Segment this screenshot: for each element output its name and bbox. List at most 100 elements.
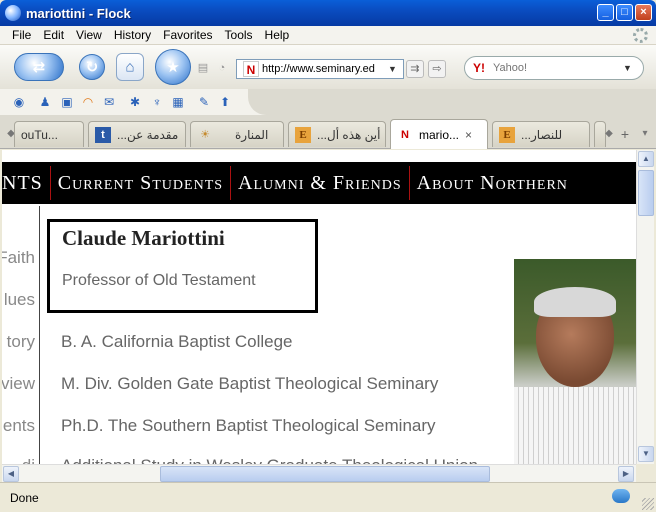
left-menu-item[interactable]: Faith: [2, 248, 35, 268]
status-text: Done: [10, 490, 39, 505]
mail-icon[interactable]: ✉: [102, 95, 116, 109]
tab-list-dropdown-icon[interactable]: ▾: [638, 125, 652, 143]
yahoo-icon: Y!: [473, 61, 485, 75]
horizontal-scroll-thumb[interactable]: [160, 466, 490, 482]
tab-scroll-right-icon[interactable]: ◆: [602, 125, 616, 143]
profile-name-box: Claude Mariottini Professor of Old Testa…: [47, 219, 318, 313]
people-icon[interactable]: ♟: [38, 95, 52, 109]
menu-tools[interactable]: Tools: [219, 28, 259, 42]
resize-grip-icon[interactable]: [642, 498, 654, 510]
pin-icon[interactable]: ♆: [150, 95, 164, 109]
tab-label: mario...: [419, 127, 460, 142]
site-favicon-icon: N: [243, 61, 259, 77]
menu-history[interactable]: History: [108, 28, 157, 42]
shelf-icon[interactable]: ▦: [171, 95, 185, 109]
photo-hair: [534, 287, 616, 317]
back-arrow-icon: ⇄: [32, 59, 46, 76]
tab-label: المنارة: [235, 127, 269, 142]
nav-link-about-northern[interactable]: About Northern: [410, 172, 575, 195]
sun-icon: ☀: [200, 128, 210, 141]
tab-label: ...مقدمة عن: [117, 127, 179, 142]
share-button[interactable]: ⇨: [428, 60, 446, 78]
home-button[interactable]: ⌂: [116, 53, 144, 81]
degree-item: Ph.D. The Southern Baptist Theological S…: [61, 416, 436, 435]
menu-favorites[interactable]: Favorites: [157, 28, 218, 42]
rss-icon[interactable]: ◠: [81, 95, 95, 109]
web-clipboard-icon[interactable]: ✱: [128, 95, 142, 109]
tab-lilnassar[interactable]: E ...للنصار: [492, 121, 590, 147]
tab-ayna[interactable]: E ...أين هذه أل: [288, 121, 386, 147]
menu-edit[interactable]: Edit: [37, 28, 70, 42]
back-forward-button[interactable]: ⇄: [14, 53, 64, 81]
e-icon: E: [295, 126, 311, 143]
scroll-left-arrow-icon[interactable]: ◀: [3, 466, 19, 482]
photo-shirt: [514, 387, 636, 464]
title-bar: mariottini - Flock _ □ ×: [0, 0, 656, 26]
n-icon: N: [401, 128, 409, 141]
scroll-down-arrow-icon[interactable]: ▼: [638, 446, 654, 462]
flock-app-icon: [5, 5, 21, 21]
feed-icon[interactable]: ◔: [215, 61, 229, 75]
tab-almanara[interactable]: ☀ المنارة: [190, 121, 284, 147]
toolbar-curve: [248, 89, 656, 115]
menu-file[interactable]: File: [6, 28, 37, 42]
left-side-menu: Faith lues tory view ents di: [2, 206, 40, 464]
degree-item: B. A. California Baptist College: [61, 332, 293, 351]
left-menu-item[interactable]: ents: [3, 416, 35, 436]
url-input[interactable]: [262, 63, 386, 75]
url-dropdown-icon[interactable]: ▼: [388, 64, 397, 74]
tab-muqaddima[interactable]: t ...مقدمة عن: [88, 121, 186, 147]
search-input[interactable]: [493, 62, 623, 74]
favorite-star-button[interactable]: ★: [155, 49, 191, 85]
degree-item: M. Div. Golden Gate Baptist Theological …: [61, 374, 439, 393]
tab-label: ...للنصار: [521, 127, 563, 142]
scroll-right-arrow-icon[interactable]: ▶: [618, 466, 634, 482]
go-button[interactable]: ⇉: [406, 60, 424, 78]
search-dropdown-icon[interactable]: ▼: [623, 63, 632, 73]
chat-bubble-icon[interactable]: [612, 489, 630, 503]
menu-bar: File Edit View History Favorites Tools H…: [0, 26, 656, 45]
menu-help[interactable]: Help: [259, 28, 296, 42]
vertical-scrollbar[interactable]: ▲ ▼: [636, 150, 654, 464]
globe-icon[interactable]: ◉: [12, 95, 26, 109]
photo-icon[interactable]: ▣: [60, 95, 74, 109]
close-tab-icon[interactable]: ×: [465, 128, 472, 142]
search-box[interactable]: Y! ▼: [464, 56, 644, 80]
nav-link-current-students[interactable]: Current Students: [51, 172, 230, 195]
nav-link-alumni-friends[interactable]: Alumni & Friends: [231, 172, 409, 195]
loading-throbber-icon: [633, 28, 648, 43]
e-icon: E: [499, 126, 515, 143]
left-menu-item[interactable]: di: [22, 456, 35, 464]
page-viewport: NTS Current Students Alumni & Friends Ab…: [2, 150, 636, 464]
close-window-button[interactable]: ×: [635, 4, 652, 21]
left-menu-item[interactable]: tory: [7, 332, 35, 352]
left-menu-item[interactable]: view: [2, 374, 35, 394]
minimize-button[interactable]: _: [597, 4, 614, 21]
pen-icon[interactable]: ✎: [197, 95, 211, 109]
tab-mariottini[interactable]: N mario... ×: [390, 119, 488, 149]
new-tab-plus-icon[interactable]: +: [618, 125, 632, 143]
upload-icon[interactable]: ⬆: [218, 95, 232, 109]
horizontal-scrollbar[interactable]: ◀ ▶: [2, 464, 636, 482]
professor-photo: [514, 259, 636, 464]
tab-bar: ◆ ouTu... t ...مقدمة عن ☀ المنارة E ...أ…: [0, 115, 656, 149]
home-icon: ⌂: [125, 58, 135, 76]
navigation-toolbar: ⇄ ↻ ⌂ ★ ▤ ◔ N ▼ ⇉ ⇨ Y! ▼: [0, 45, 656, 89]
left-menu-item[interactable]: lues: [4, 290, 35, 310]
scroll-up-arrow-icon[interactable]: ▲: [638, 151, 654, 167]
tab-label: ouTu...: [21, 127, 58, 142]
maximize-button[interactable]: □: [616, 4, 633, 21]
reload-button[interactable]: ↻: [79, 54, 105, 80]
window-title: mariottini - Flock: [26, 5, 131, 21]
menu-view[interactable]: View: [70, 28, 108, 42]
nav-link-students-partial[interactable]: NTS: [2, 172, 50, 195]
tab-label: ...أين هذه أل: [317, 127, 381, 142]
tab-youtube[interactable]: ouTu...: [14, 121, 84, 147]
professor-name: Claude Mariottini: [62, 226, 225, 250]
reload-icon: ↻: [85, 59, 99, 76]
blog-icon[interactable]: ▤: [196, 61, 210, 75]
vertical-scroll-thumb[interactable]: [638, 170, 654, 216]
people-toolbar: ◉ ♟ ▣ ◠ ✉ ✱ ♆ ▦ ✎ ⬆: [0, 89, 656, 115]
professor-role: Professor of Old Testament: [62, 272, 256, 289]
address-bar[interactable]: N ▼: [236, 59, 404, 79]
